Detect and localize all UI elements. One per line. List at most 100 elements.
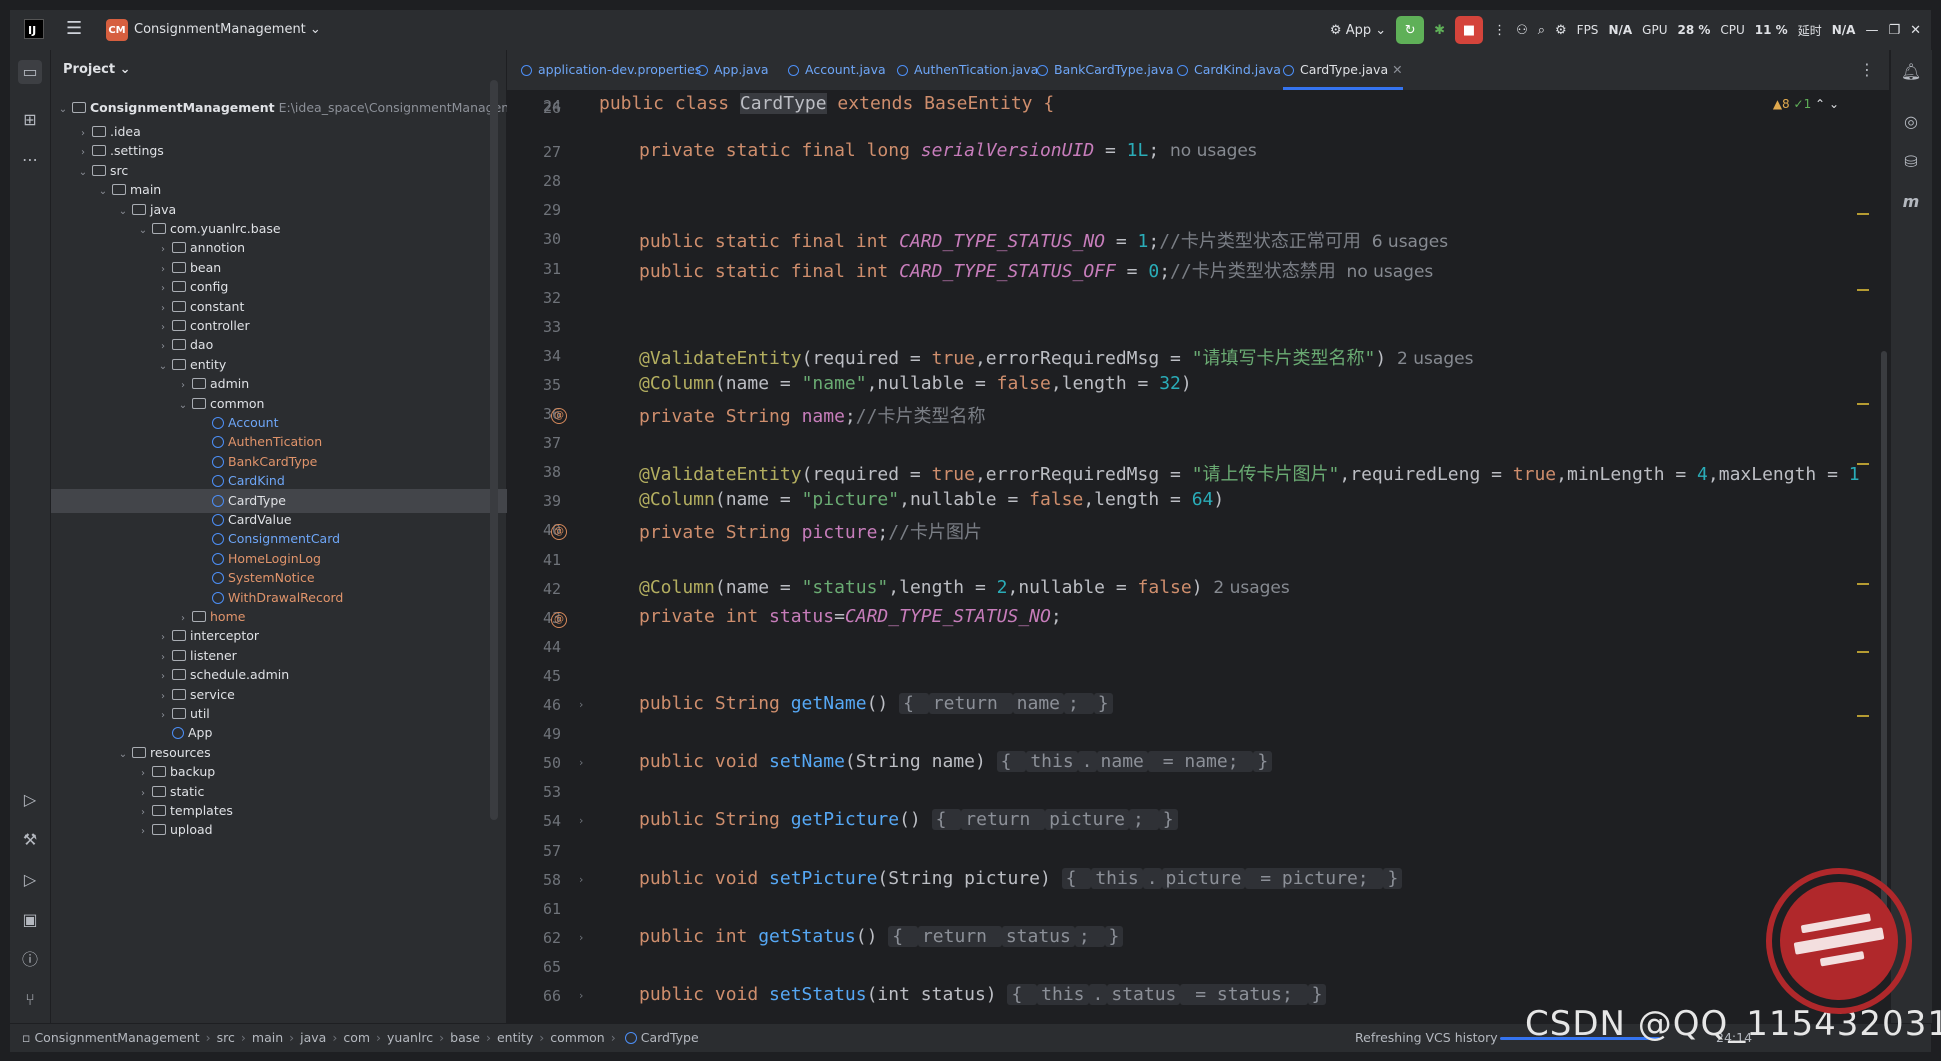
project-panel-header[interactable]: Project ⌄ — [63, 62, 131, 77]
breadcrumb-item[interactable]: main — [252, 1030, 283, 1045]
editor-tab[interactable]: CardKind.java — [1177, 50, 1281, 90]
build-hammer-icon[interactable]: ⚒ — [18, 828, 42, 852]
breadcrumb-item[interactable]: java — [300, 1030, 326, 1045]
tree-item-label: App — [188, 725, 213, 741]
main-menu-icon[interactable]: ☰ — [66, 20, 84, 38]
warning-stripe-marker[interactable] — [1857, 651, 1869, 653]
code-token: @Column — [639, 489, 715, 511]
code-token: public static final int — [639, 231, 900, 253]
code-token: setName — [769, 751, 845, 773]
chevron-down-icon: ⌄ — [1375, 22, 1387, 38]
inspection-status[interactable]: ▲8 ✓1 ⌃ ⌄ — [1773, 97, 1839, 111]
terminal-icon[interactable]: ▣ — [18, 908, 42, 932]
warning-stripe-marker[interactable] — [1857, 289, 1869, 291]
breadcrumb-item[interactable]: ConsignmentManagement — [34, 1030, 199, 1045]
editor-tab[interactable]: App.java — [697, 50, 769, 90]
fold-expand-icon[interactable]: › — [579, 931, 583, 944]
intellij-logo-icon[interactable]: IJ — [24, 19, 44, 39]
code-token: status — [1107, 984, 1181, 1005]
project-scrollbar[interactable] — [490, 80, 498, 820]
folder-icon — [172, 339, 186, 351]
code-token: CARD_TYPE_STATUS_OFF — [899, 260, 1116, 282]
chevron-up-icon[interactable]: ⌃ — [1815, 97, 1825, 111]
editor-tab[interactable]: CardType.java ✕ — [1283, 50, 1403, 90]
rerun-button[interactable]: ↻ — [1396, 16, 1425, 44]
code-token: (name = — [714, 372, 802, 394]
breadcrumb-item[interactable]: entity — [497, 1030, 533, 1045]
fold-expand-icon[interactable]: › — [579, 989, 583, 1002]
expand-arrow-icon[interactable]: › — [137, 820, 149, 844]
warning-stripe-marker[interactable] — [1857, 213, 1869, 215]
fold-expand-icon[interactable]: › — [579, 873, 583, 886]
code-token: . — [1142, 867, 1162, 889]
run-icon[interactable]: ▷ — [18, 868, 42, 892]
tree-root[interactable]: ⌄ ConsignmentManagement E:\idea_space\Con… — [51, 96, 514, 122]
tree-item-label: upload — [170, 822, 213, 838]
search-icon[interactable]: ⌕ — [1538, 23, 1545, 38]
breadcrumb-item[interactable]: base — [450, 1030, 480, 1045]
warning-stripe-marker[interactable] — [1857, 715, 1869, 717]
more-tools-icon[interactable]: ⋯ — [18, 148, 42, 172]
line-number: 34 — [542, 346, 561, 365]
editor-tab[interactable]: Account.java — [788, 50, 886, 90]
column-annotation-icon[interactable]: @ — [551, 408, 567, 424]
services-icon[interactable]: ▷ — [18, 788, 42, 812]
expand-arrow-icon[interactable]: ⌄ — [57, 98, 69, 122]
breadcrumb-item[interactable]: yuanlrc — [387, 1030, 433, 1045]
maven-icon[interactable]: m — [1899, 190, 1923, 214]
structure-icon[interactable]: ⊞ — [18, 108, 42, 132]
column-annotation-icon[interactable]: @ — [551, 524, 567, 541]
code-editor[interactable]: ▲8 ✓1 ⌃ ⌄ 24 26 27 28 29 30 31 32 33 34 35 36 37 38 39… — [507, 91, 1889, 1023]
run-config-selector[interactable]: ⚙ App ⌄ — [1330, 23, 1386, 38]
tree-item-folder[interactable]: › upload — [51, 818, 580, 842]
tab-options-icon[interactable]: ⋮ — [1859, 60, 1875, 79]
breadcrumb-item[interactable]: CardType — [641, 1030, 699, 1045]
warning-stripe-marker[interactable] — [1857, 403, 1869, 405]
breadcrumb-item[interactable]: src — [217, 1030, 235, 1045]
stop-button[interactable]: ■ — [1455, 16, 1484, 44]
restore-icon[interactable]: ❐ — [1888, 23, 1900, 38]
code-token: ,nullable = — [866, 372, 997, 394]
editor-scrollbar[interactable] — [1881, 351, 1887, 971]
chevron-down-icon[interactable]: ⌄ — [1829, 97, 1839, 111]
settings-gear-icon[interactable]: ⚙ — [1555, 23, 1567, 38]
breadcrumb-item[interactable]: com — [343, 1030, 370, 1045]
code-token: = — [834, 605, 845, 627]
project-badge[interactable]: CM — [106, 19, 128, 41]
fold-expand-icon[interactable]: › — [579, 756, 583, 769]
code-token: ; — [1129, 809, 1159, 831]
tree-item-label: ConsignmentCard — [228, 531, 341, 547]
problems-icon[interactable]: ⓘ — [18, 948, 42, 972]
run-config-label: App — [1345, 22, 1372, 38]
editor-tab[interactable]: BankCardType.java — [1037, 50, 1174, 90]
editor-tab[interactable]: AuthenTication.java — [897, 50, 1038, 90]
more-icon[interactable]: ⋮ — [1493, 23, 1506, 38]
editor-tab[interactable]: application-dev.properties — [521, 50, 701, 90]
warning-stripe-marker[interactable] — [1857, 463, 1869, 465]
gpu-value: 28 % — [1677, 23, 1711, 37]
warning-stripe-marker[interactable] — [1857, 583, 1869, 585]
notifications-bell-icon[interactable]: 🔔︎ — [1899, 60, 1923, 84]
column-annotation-icon[interactable]: @ — [551, 611, 567, 628]
code-token: @ValidateEntity — [639, 464, 802, 486]
fold-expand-icon[interactable]: › — [579, 698, 583, 711]
breadcrumb-item[interactable]: common — [550, 1030, 604, 1045]
code-line: public int getStatus() { return status; … — [639, 925, 1124, 947]
project-switcher[interactable]: ConsignmentManagement ⌄ — [134, 22, 321, 37]
code-token: this — [1026, 751, 1078, 773]
database-icon[interactable]: ⛁ — [1899, 150, 1923, 174]
tree-item-label: templates — [170, 803, 233, 818]
close-icon[interactable]: ✕ — [1910, 23, 1921, 38]
code-token: CARD_TYPE_STATUS_NO — [844, 605, 1051, 627]
project-folder-icon[interactable]: ▭ — [18, 60, 42, 84]
git-icon[interactable]: ⑂ — [18, 988, 42, 1012]
debug-bug-icon[interactable]: ✱ — [1434, 23, 1445, 38]
user-icon[interactable]: ⚇ — [1516, 23, 1528, 38]
line-number-gutter: 24 26 27 28 29 30 31 32 33 34 35 36 37 38 39 40 41 42 43 44… — [507, 91, 587, 1023]
minimize-icon[interactable]: — — [1865, 23, 1878, 38]
fold-expand-icon[interactable]: › — [579, 814, 583, 827]
breadcrumb-separator-icon: › — [205, 1030, 211, 1045]
code-token: //卡片类型状态禁用 — [1170, 260, 1336, 282]
ai-assistant-icon[interactable]: ◎ — [1899, 110, 1923, 134]
tab-close-icon[interactable]: ✕ — [1388, 62, 1402, 77]
